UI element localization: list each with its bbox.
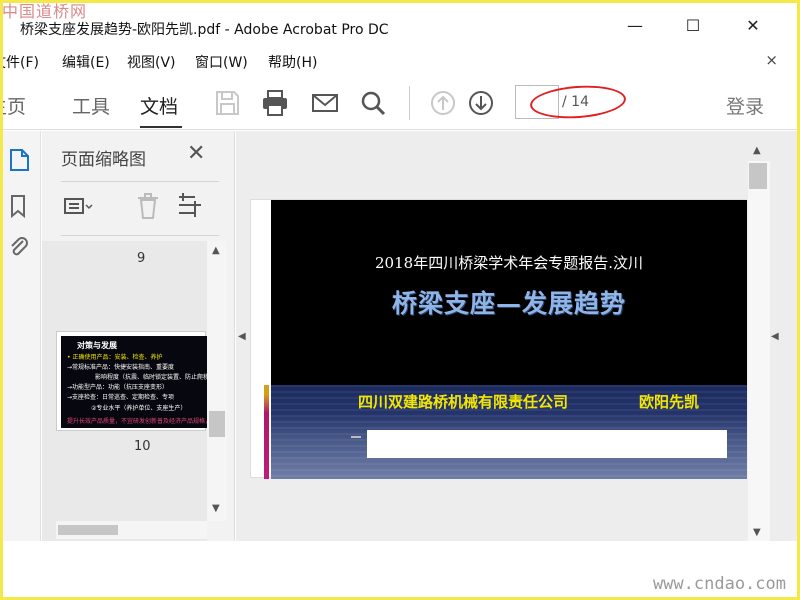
menu-edit[interactable]: 编辑(E)	[62, 52, 110, 72]
menu-window[interactable]: 窗口(W)	[195, 52, 248, 72]
bookmark-icon[interactable]	[7, 193, 33, 219]
slide-content: 2018年四川桥梁学术年会专题报告.汶川 桥梁支座—发展趋势 四川双建路桥机械有…	[271, 200, 747, 479]
tab-tools[interactable]: 工具	[72, 92, 110, 119]
thumbnail-page-10[interactable]: 对策与发展 • 正确使用产品：安装、检查、养护 →常规标准产品：快捷安装指南、重…	[56, 331, 207, 431]
page-down-icon[interactable]	[466, 88, 496, 118]
toolbar: 主页 工具 文档 / 14 登录	[0, 78, 800, 130]
thumbnail-line: • 正确使用产品：安装、检查、养护	[67, 354, 163, 361]
document-view: ◀ 2018年四川桥梁学术年会专题报告.汶川 桥梁支座—发展趋势 四川双建路桥机…	[236, 131, 797, 541]
toolbar-separator	[409, 86, 410, 120]
document-scrollbar-thumb[interactable]	[749, 163, 767, 189]
options-menu-icon[interactable]	[63, 191, 93, 221]
slide-subtitle: 2018年四川桥梁学术年会专题报告.汶川	[375, 254, 643, 272]
scroll-down-icon[interactable]: ▼	[753, 527, 761, 538]
panel-divider	[61, 235, 219, 236]
menu-bar: 文件(F) 编辑(E) 视图(V) 窗口(W) 帮助(H) ×	[0, 48, 800, 72]
panel-divider	[61, 181, 219, 182]
thumbnail-line: 提升长效产品质量，不宜研发创新普及经济产品规格，外	[67, 418, 207, 425]
minimize-button[interactable]: —	[620, 16, 650, 35]
panel-title: 页面缩略图	[61, 150, 146, 170]
tab-home[interactable]: 主页	[0, 92, 26, 119]
page-up-icon[interactable]	[428, 88, 458, 118]
watermark-top: 中国道桥网	[2, 2, 88, 21]
thumbnail-horizontal-scrollbar[interactable]	[56, 521, 207, 539]
menu-help[interactable]: 帮助(H)	[268, 52, 317, 72]
slide-white-bar	[367, 430, 727, 458]
slide-company: 四川双建路桥机械有限责任公司	[358, 393, 569, 411]
thumbnail-panel: 页面缩略图 ✕ 9 对策与发展 • 正确使用产品：安装、检查、养护 →常规标准产…	[42, 131, 235, 541]
thumbnail-line: →常规标准产品：快捷安装指南、重要度	[67, 364, 175, 371]
thumbnail-line: →支座检查：日常巡查、定期检查、专项	[67, 394, 175, 401]
save-icon[interactable]	[212, 88, 242, 118]
maximize-button[interactable]: ☐	[678, 16, 708, 35]
slide-title: 桥梁支座—发展趋势	[391, 289, 626, 318]
menu-view[interactable]: 视图(V)	[127, 52, 176, 72]
thumbnail-scrollbar[interactable]: ▲ ▼	[207, 241, 227, 521]
pdf-page: 2018年四川桥梁学术年会专题报告.汶川 桥梁支座—发展趋势 四川双建路桥机械有…	[250, 199, 747, 479]
thumbnail-page-number: 9	[137, 251, 146, 266]
expand-right-icon[interactable]: ◀	[771, 331, 779, 342]
thumbnail-list: 9 对策与发展 • 正确使用产品：安装、检查、养护 →常规标准产品：快捷安装指南…	[42, 241, 207, 541]
search-icon[interactable]	[358, 88, 388, 118]
tab-document[interactable]: 文档	[140, 92, 178, 119]
crop-icon[interactable]	[175, 191, 205, 221]
thumbnail-page-number: 10	[134, 439, 151, 454]
login-button[interactable]: 登录	[726, 92, 764, 119]
active-tab-indicator	[140, 126, 182, 128]
document-scrollbar-track[interactable]	[748, 161, 770, 541]
delete-icon[interactable]	[133, 191, 163, 221]
close-panel-button[interactable]: ✕	[187, 141, 205, 166]
window-title: 桥梁支座发展趋势-欧阳先凯.pdf - Adobe Acrobat Pro DC	[20, 22, 389, 38]
slide-author: 欧阳先凯	[639, 393, 700, 411]
close-window-button[interactable]: ✕	[738, 16, 768, 35]
collapse-left-icon[interactable]: ◀	[238, 331, 246, 342]
attachment-icon[interactable]	[7, 235, 33, 261]
mail-icon[interactable]	[310, 88, 340, 118]
left-navigation-rail	[3, 131, 41, 541]
page-thumbnails-icon[interactable]	[7, 147, 33, 173]
thumbnail-title: 对策与发展	[77, 341, 117, 350]
menu-file[interactable]: 文件(F)	[0, 52, 39, 72]
thumbnail-line: 影响程度（抗震、临时锁定装置、防止爬移）	[95, 374, 207, 381]
scroll-up-icon[interactable]: ▲	[753, 145, 761, 156]
thumbnail-line: ②专业水平（养护单位、支座生产）	[91, 405, 187, 412]
thumbnail-line: →功能型产品：功能（抗压支座变形）	[67, 384, 169, 391]
close-document-button[interactable]: ×	[765, 51, 778, 69]
print-icon[interactable]	[260, 88, 290, 118]
title-bar: 桥梁支座发展趋势-欧阳先凯.pdf - Adobe Acrobat Pro DC…	[0, 0, 800, 44]
watermark-bottom: www.cndao.com	[652, 574, 786, 594]
slide-side-stripe	[264, 385, 269, 479]
